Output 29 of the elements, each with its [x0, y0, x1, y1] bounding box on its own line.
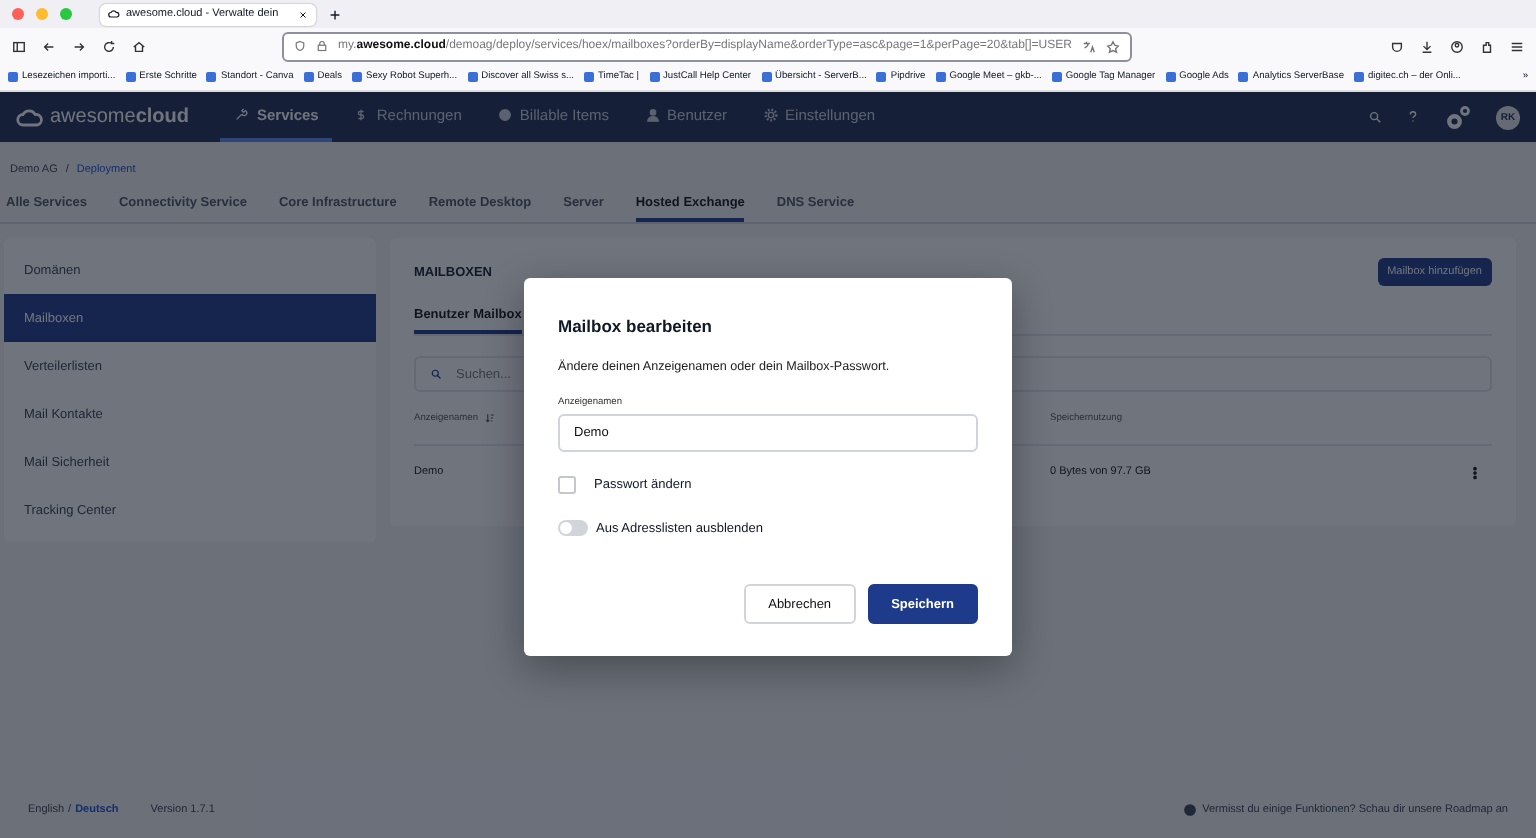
gear-icon	[763, 108, 778, 122]
search-icon	[430, 368, 442, 380]
more-options-icon[interactable]	[1468, 465, 1482, 479]
logo-text: awesomecloud	[50, 106, 189, 128]
menu-icon[interactable]	[1510, 39, 1524, 53]
toggle-switch[interactable]	[558, 520, 588, 536]
translate-icon[interactable]	[1081, 39, 1096, 53]
dollar-icon	[354, 108, 369, 122]
cloud-icon	[108, 8, 120, 20]
back-icon[interactable]	[42, 39, 56, 53]
close-window-button[interactable]	[12, 8, 24, 20]
search-icon[interactable]	[1368, 110, 1382, 124]
close-icon	[298, 9, 308, 19]
sidebar-icon[interactable]	[12, 39, 26, 53]
download-icon[interactable]	[1420, 39, 1434, 53]
home-icon[interactable]	[132, 39, 146, 53]
help-icon[interactable]	[1406, 110, 1420, 124]
shield-icon	[294, 40, 306, 52]
sort-icon	[484, 412, 497, 424]
new-tab-icon[interactable]	[328, 7, 342, 21]
forward-icon[interactable]	[72, 39, 86, 53]
account-icon[interactable]	[1450, 39, 1464, 53]
dialog-title: Mailbox bearbeiten	[558, 316, 714, 336]
password-checkbox[interactable]	[558, 476, 576, 494]
lock-icon	[316, 40, 328, 52]
reload-icon[interactable]	[102, 39, 116, 53]
logo[interactable]: awesomecloud	[16, 92, 189, 142]
star-icon[interactable]	[1105, 39, 1120, 53]
person-icon	[645, 108, 660, 122]
